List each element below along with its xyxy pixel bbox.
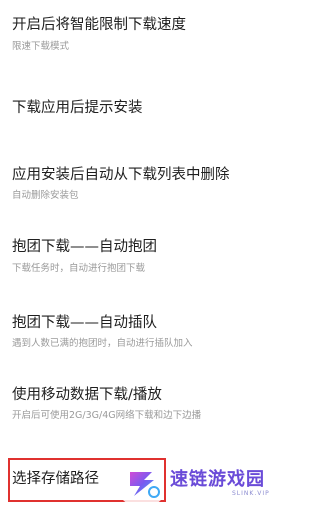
setting-title: 使用移动数据下载/播放 [12, 387, 162, 403]
setting-speed-limit[interactable]: 开启后将智能限制下载速度 限速下载模式 [0, 0, 298, 66]
setting-title: 抱团下载——自动插队 [12, 315, 157, 331]
setting-group-download-auto[interactable]: 抱团下载——自动抱团 下载任务时，自动进行抱团下载 [0, 218, 298, 296]
setting-title: 选择存储路径 [12, 471, 99, 487]
setting-subtitle: 遇到人数已满的抱团时，自动进行插队加入 [12, 338, 193, 349]
setting-install-prompt[interactable]: 下载应用后提示安装 [0, 66, 298, 148]
setting-subtitle: 限速下载模式 [12, 41, 70, 52]
setting-title: 抱团下载——自动抱团 [12, 239, 157, 255]
setting-title: 开启后将智能限制下载速度 [12, 17, 186, 33]
setting-subtitle: 下载任务时，自动进行抱团下载 [12, 263, 146, 274]
setting-group-download-queue[interactable]: 抱团下载——自动插队 遇到人数已满的抱团时，自动进行插队加入 [0, 296, 298, 376]
watermark-logo-icon [120, 460, 164, 504]
setting-subtitle: 自动删除安装包 [12, 190, 79, 201]
setting-auto-delete[interactable]: 应用安装后自动从下载列表中删除 自动删除安装包 [0, 148, 298, 218]
setting-subtitle: 开启后可使用2G/3G/4G网络下载和边下边播 [12, 410, 202, 421]
setting-mobile-data[interactable]: 使用移动数据下载/播放 开启后可使用2G/3G/4G网络下载和边下边播 [0, 376, 298, 450]
watermark-text: 速链游戏园 [170, 469, 265, 490]
setting-title: 应用安装后自动从下载列表中删除 [12, 167, 230, 183]
watermark-subtext: SLINK.VIP [232, 490, 270, 497]
setting-title: 下载应用后提示安装 [12, 100, 143, 116]
watermark: 速链游戏园 SLINK.VIP [114, 456, 298, 508]
